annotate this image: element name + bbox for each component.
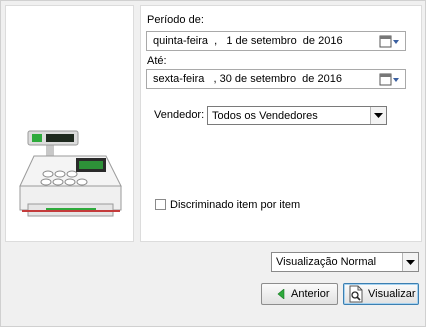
seller-select[interactable]: Todos os Vendedores xyxy=(207,106,387,125)
print-preview-icon xyxy=(349,285,363,303)
period-to-value: sexta-feira , 30 de setembro de 2016 xyxy=(153,73,342,85)
illustration-panel xyxy=(5,5,134,242)
period-from-value: quinta-feira , 1 de setembro de 2016 xyxy=(153,35,343,47)
cash-register-icon xyxy=(19,130,122,217)
period-from-label: Período de: xyxy=(147,14,204,26)
view-button-label: Visualizar xyxy=(368,288,416,300)
calendar-dropdown-icon[interactable] xyxy=(379,35,401,48)
view-mode-select[interactable]: Visualização Normal xyxy=(271,252,419,272)
seller-label: Vendedor: xyxy=(154,109,205,121)
chevron-down-icon[interactable] xyxy=(370,107,386,124)
period-to-date-picker[interactable]: sexta-feira , 30 de setembro de 2016 xyxy=(146,69,406,89)
back-button[interactable]: Anterior xyxy=(261,283,338,305)
seller-selected-value: Todos os Vendedores xyxy=(212,109,318,122)
detail-checkbox[interactable] xyxy=(155,199,166,210)
view-mode-selected-value: Visualização Normal xyxy=(276,256,377,268)
calendar-dropdown-icon[interactable] xyxy=(379,73,401,86)
detail-checkbox-label: Discriminado item por item xyxy=(170,199,301,211)
period-from-date-picker[interactable]: quinta-feira , 1 de setembro de 2016 xyxy=(146,31,406,51)
chevron-down-icon[interactable] xyxy=(402,253,418,271)
view-button[interactable]: Visualizar xyxy=(343,283,419,305)
period-to-label: Até: xyxy=(147,55,167,67)
back-button-label: Anterior xyxy=(291,288,330,300)
arrow-left-icon xyxy=(277,289,285,299)
